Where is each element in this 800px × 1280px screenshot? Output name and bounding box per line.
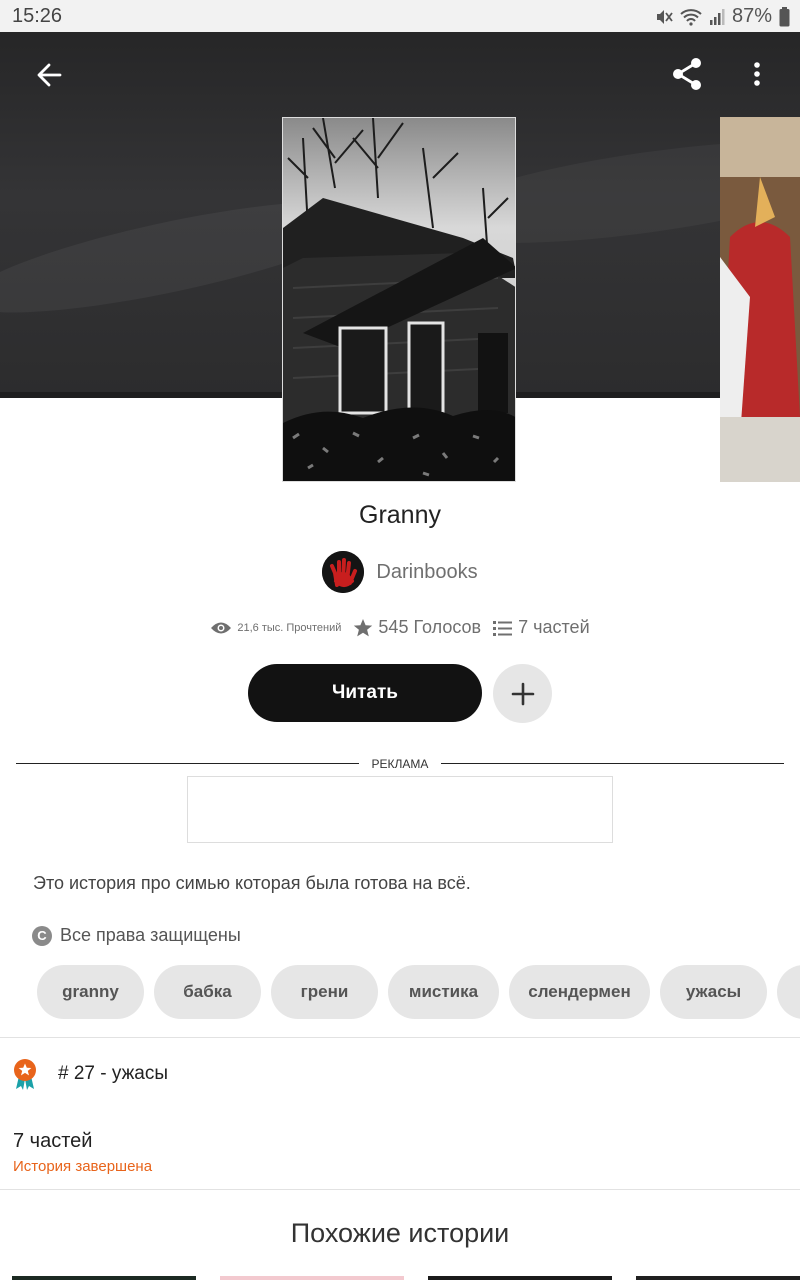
reads-stat: 21,6 тыс. Прочтений bbox=[210, 620, 341, 636]
status-icons: 87% bbox=[655, 5, 790, 28]
copyright-icon: C bbox=[32, 925, 52, 946]
section-divider bbox=[0, 1189, 800, 1190]
mute-icon bbox=[655, 8, 673, 26]
story-title: Granny bbox=[359, 501, 441, 529]
next-book-cover[interactable] bbox=[720, 117, 800, 482]
tag-chip[interactable]: ужасы bbox=[660, 965, 767, 1019]
ranking-text[interactable]: # 27 - ужасы bbox=[58, 1063, 168, 1085]
wifi-icon bbox=[680, 8, 702, 26]
add-to-library-button[interactable] bbox=[493, 664, 552, 723]
list-icon bbox=[493, 620, 513, 636]
ad-divider-right bbox=[441, 763, 784, 764]
share-button[interactable] bbox=[663, 50, 711, 98]
author-avatar[interactable] bbox=[322, 551, 365, 593]
tag-chip-partial[interactable] bbox=[777, 965, 800, 1019]
votes-stat: 545 Голосов bbox=[353, 617, 481, 638]
plus-icon bbox=[511, 682, 534, 705]
similar-stories-heading: Похожие истории bbox=[290, 1218, 510, 1248]
copyright-row: C Все права защищены bbox=[32, 925, 241, 946]
ad-label: РЕКЛАМА bbox=[371, 757, 429, 771]
ad-divider-left bbox=[16, 763, 359, 764]
book-cover[interactable] bbox=[282, 117, 516, 482]
status-bar: 15:26 87% bbox=[0, 0, 800, 32]
tags-row[interactable]: granny бабка грени мистика слендермен уж… bbox=[37, 965, 800, 1019]
parts-count[interactable]: 7 частей bbox=[13, 1130, 92, 1153]
section-divider bbox=[0, 1037, 800, 1038]
ribbon-award-icon bbox=[14, 1059, 36, 1090]
story-description: Это история про симью которая была готов… bbox=[33, 873, 471, 893]
tag-chip[interactable]: мистика bbox=[388, 965, 499, 1019]
story-stats: 21,6 тыс. Прочтений 545 Голосов 7 частей bbox=[0, 617, 800, 638]
battery-icon bbox=[779, 6, 790, 27]
similar-story-thumb[interactable] bbox=[636, 1276, 800, 1280]
tag-chip[interactable]: слендермен bbox=[509, 965, 650, 1019]
tag-chip[interactable]: грени bbox=[271, 965, 378, 1019]
status-time: 15:26 bbox=[12, 5, 63, 27]
votes-count: 545 Голосов bbox=[378, 617, 482, 637]
more-options-button[interactable] bbox=[733, 50, 781, 98]
similar-story-thumb[interactable] bbox=[12, 1276, 196, 1280]
parts-count-stat: 7 частей bbox=[518, 617, 590, 637]
tag-chip[interactable]: бабка bbox=[154, 965, 261, 1019]
back-button[interactable] bbox=[25, 51, 73, 99]
reads-count: 21,6 тыс. Прочтений bbox=[237, 621, 342, 634]
author-name[interactable]: Darinbooks bbox=[376, 561, 477, 584]
battery-percent: 87% bbox=[731, 5, 772, 27]
similar-story-thumb[interactable] bbox=[220, 1276, 404, 1280]
back-arrow-icon bbox=[37, 63, 62, 87]
author-row[interactable]: Darinbooks bbox=[0, 551, 800, 593]
similar-story-thumb[interactable] bbox=[428, 1276, 612, 1280]
ranking-row[interactable]: # 27 - ужасы bbox=[12, 1058, 168, 1090]
star-icon bbox=[354, 618, 373, 636]
parts-stat: 7 частей bbox=[493, 617, 590, 638]
copyright-text: Все права защищены bbox=[60, 925, 241, 945]
share-icon bbox=[673, 58, 701, 90]
tag-chip[interactable]: granny bbox=[37, 965, 144, 1019]
signal-icon bbox=[709, 8, 725, 26]
completion-status: История завершена bbox=[13, 1158, 153, 1175]
read-button[interactable]: Читать bbox=[248, 664, 482, 722]
ad-banner[interactable] bbox=[187, 776, 613, 843]
eye-icon bbox=[211, 622, 232, 633]
more-vert-icon bbox=[754, 62, 760, 86]
